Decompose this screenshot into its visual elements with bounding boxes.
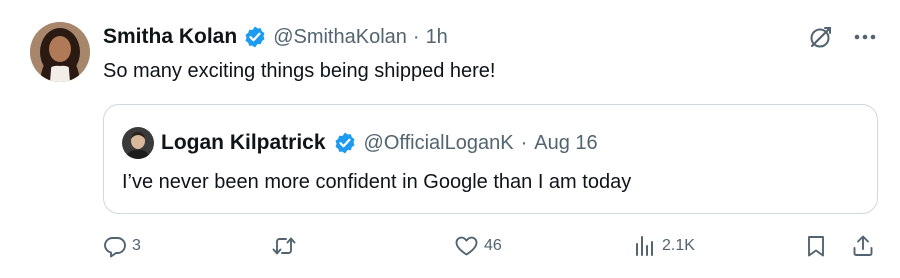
quoted-date[interactable]: Aug 16 (534, 132, 597, 155)
tweet-header: Smitha Kolan @SmithaKolan · 1h (103, 22, 448, 52)
tweet-card[interactable]: Smitha Kolan @SmithaKolan · 1h So many e… (0, 0, 900, 278)
like-count: 46 (484, 237, 502, 254)
bookmark-button[interactable] (805, 230, 827, 262)
bookmark-icon (805, 234, 827, 258)
reply-button[interactable]: 3 (103, 230, 141, 262)
timestamp[interactable]: 1h (426, 26, 448, 49)
views-icon (633, 234, 657, 258)
reply-icon (103, 234, 127, 258)
action-bar: 3 46 2.1K (103, 230, 878, 262)
author-name[interactable]: Smitha Kolan (103, 25, 237, 49)
author-handle[interactable]: @SmithaKolan (273, 26, 407, 49)
like-button[interactable]: 46 (454, 230, 502, 262)
tweet-top-actions (806, 22, 880, 52)
quoted-author-name[interactable]: Logan Kilpatrick (161, 131, 326, 155)
quoted-author-avatar[interactable] (122, 127, 154, 159)
repost-button[interactable] (271, 230, 302, 262)
grok-icon[interactable] (806, 22, 836, 52)
verified-badge-icon (243, 25, 267, 49)
author-avatar[interactable] (30, 22, 90, 82)
quoted-verified-badge-icon (333, 131, 357, 155)
repost-icon (271, 234, 297, 258)
like-icon (454, 234, 479, 258)
separator-dot: · (412, 25, 420, 48)
reply-count: 3 (132, 237, 141, 254)
share-button[interactable] (851, 230, 875, 262)
tweet-text: So many exciting things being shipped he… (103, 60, 496, 82)
share-icon (851, 234, 875, 258)
views-button[interactable]: 2.1K (633, 230, 695, 262)
quoted-tweet[interactable]: Logan Kilpatrick @OfficialLoganK · Aug 1… (103, 104, 878, 214)
quoted-author-handle[interactable]: @OfficialLoganK (364, 132, 514, 155)
more-icon[interactable] (850, 22, 880, 52)
quoted-separator-dot: · (520, 131, 528, 154)
views-count: 2.1K (662, 237, 695, 254)
quoted-tweet-text: I’ve never been more confident in Google… (122, 171, 632, 193)
quoted-tweet-header: Logan Kilpatrick @OfficialLoganK · Aug 1… (122, 127, 598, 159)
